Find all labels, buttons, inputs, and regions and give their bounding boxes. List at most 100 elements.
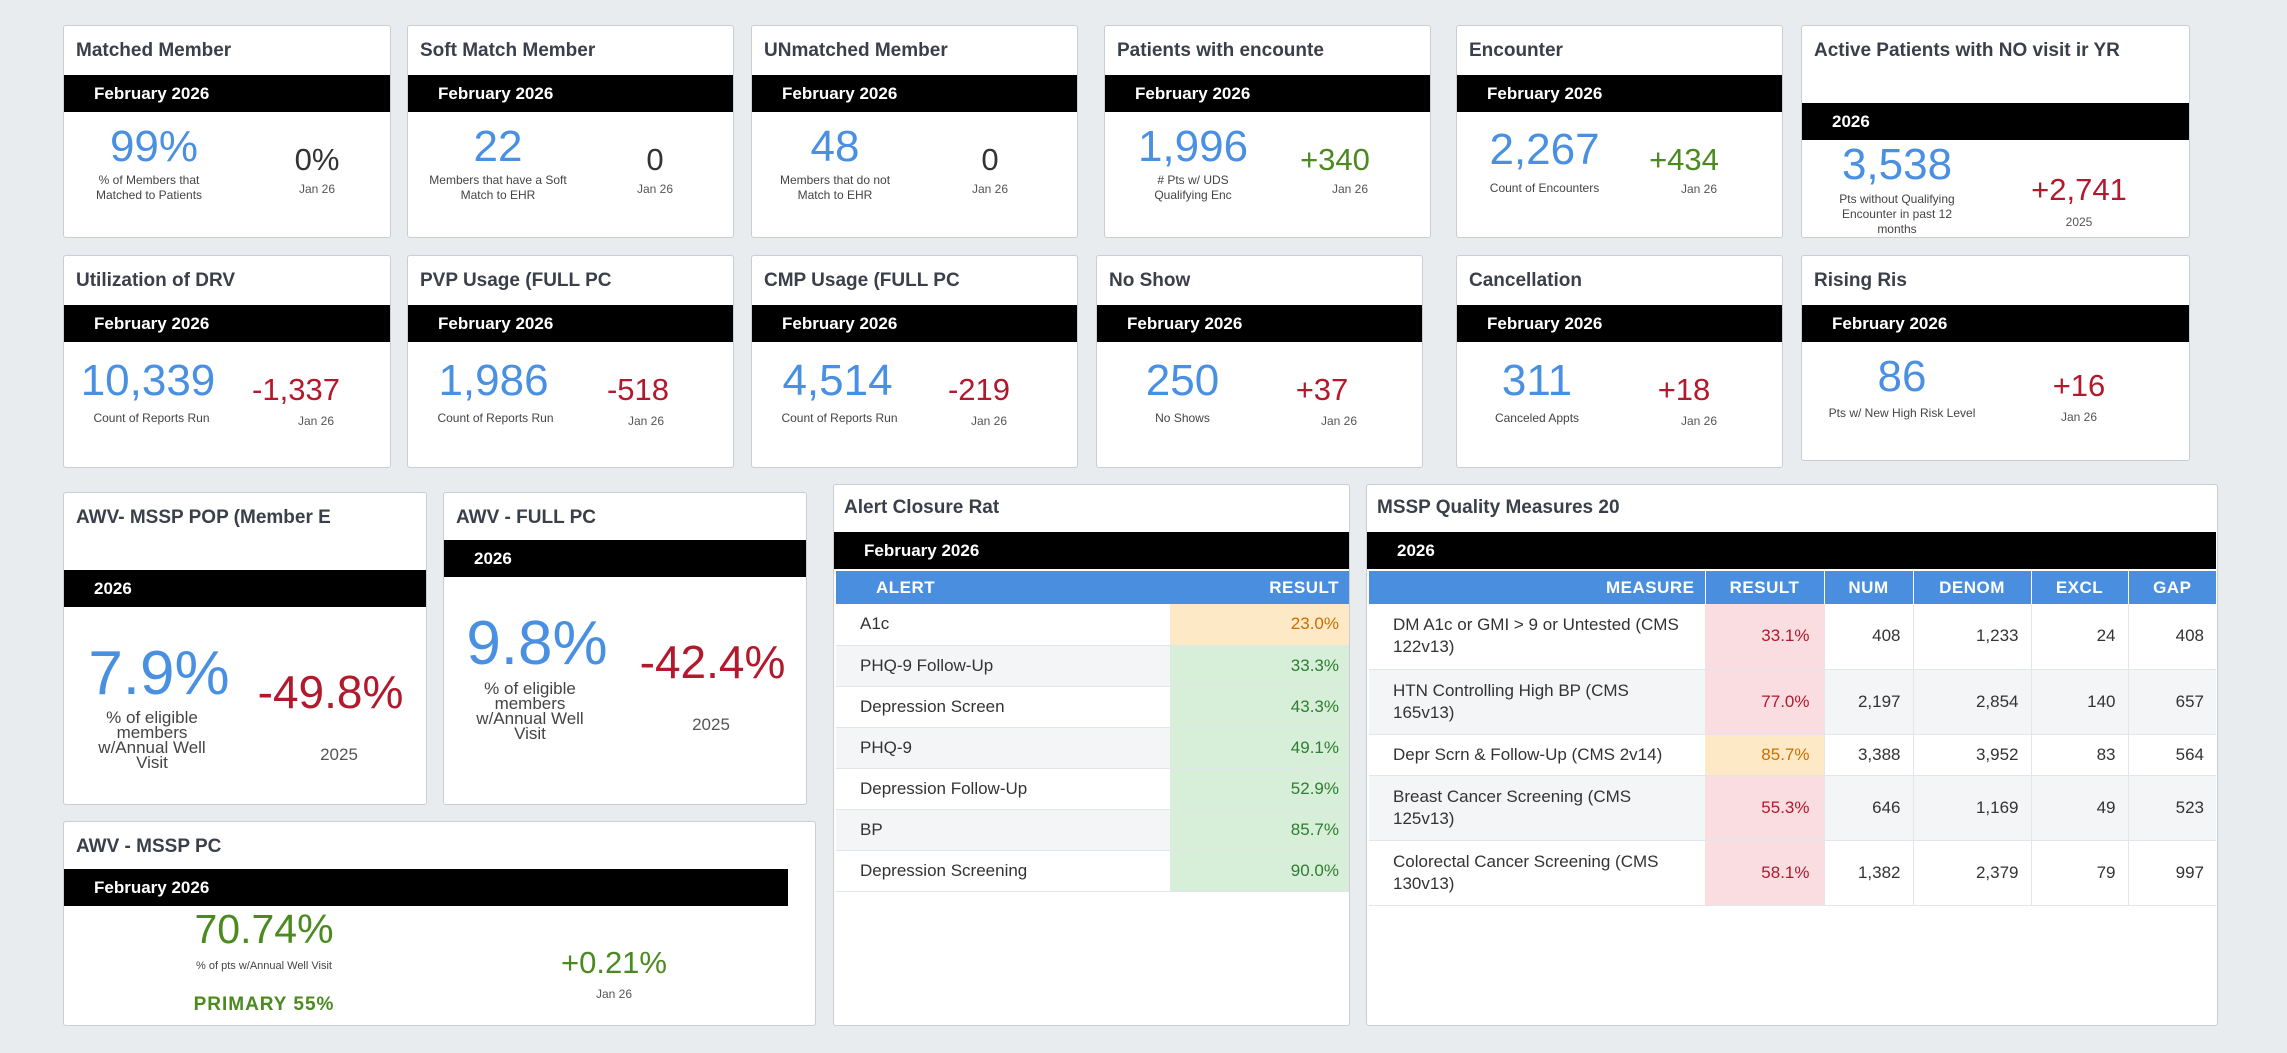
col-header-excl[interactable]: EXCL — [2030, 571, 2128, 604]
measure-denom: 3,952 — [1912, 734, 2031, 776]
alert-closure-card[interactable]: Alert Closure Rat February 2026 ALERT RE… — [833, 484, 1350, 1026]
table-row[interactable]: Colorectal Cancer Screening (CMS 130v13)… — [1369, 840, 2216, 906]
compare-period: Jan 26 — [1680, 182, 1718, 196]
metric-delta: +0.21% — [560, 945, 667, 980]
measure-excl: 24 — [2030, 604, 2128, 670]
metric-delta: +37 — [1295, 372, 1349, 407]
metric-delta: +16 — [2052, 368, 2106, 403]
metric-caption: % of Members that Matched to Patients — [95, 173, 203, 202]
col-header-num[interactable]: NUM — [1823, 571, 1913, 604]
metric-delta: -1,337 — [252, 372, 340, 407]
table-row[interactable]: HTN Controlling High BP (CMS 165v13) 77.… — [1369, 669, 2216, 735]
kpi-card-utilization-drv[interactable]: Utilization of DRV February 2026 10,339 … — [63, 255, 391, 468]
metric-caption: # Pts w/ UDS Qualifying Enc — [1154, 173, 1232, 202]
card-title: Rising Ris — [1814, 270, 1907, 291]
compare-period: Jan 26 — [595, 987, 633, 1001]
kpi-card-cancellation[interactable]: Cancellation February 2026 311 Canceled … — [1456, 255, 1783, 468]
metric-value: 1,986 — [438, 356, 549, 405]
metric-value: 99% — [109, 122, 199, 171]
table-row[interactable]: PHQ-9 49.1% — [836, 727, 1349, 769]
compare-period: Jan 26 — [636, 182, 674, 196]
metric-caption: Canceled Appts — [1494, 411, 1580, 425]
metric-delta: +340 — [1300, 142, 1370, 177]
compare-period: Jan 26 — [1320, 414, 1358, 428]
table-row[interactable]: DM A1c or GMI > 9 or Untested (CMS 122v1… — [1369, 604, 2216, 670]
col-header-alert[interactable]: ALERT — [836, 571, 1171, 604]
alert-result: 33.3% — [1170, 645, 1349, 687]
alert-result: 52.9% — [1170, 768, 1349, 810]
alert-name: Depression Screening — [836, 850, 1171, 892]
measure-excl: 83 — [2030, 734, 2128, 776]
period-band: 2026 — [64, 570, 426, 607]
table-row[interactable]: Depression Follow-Up 52.9% — [836, 768, 1349, 810]
card-title: Alert Closure Rat — [844, 497, 1000, 518]
kpi-card-unmatched-member[interactable]: UNmatched Member February 2026 48 Member… — [751, 25, 1078, 238]
measure-name: Colorectal Cancer Screening (CMS 130v13) — [1369, 840, 1705, 906]
card-title: AWV - FULL PC — [456, 507, 597, 528]
kpi-card-soft-match[interactable]: Soft Match Member February 2026 22 Membe… — [407, 25, 734, 238]
kpi-card-cmp-usage[interactable]: CMP Usage (FULL PC February 2026 4,514 C… — [751, 255, 1078, 468]
table-row[interactable]: A1c 23.0% — [836, 604, 1349, 646]
card-title: AWV - MSSP PC — [76, 836, 222, 857]
alert-name: Depression Screen — [836, 686, 1171, 728]
col-header-result[interactable]: RESULT — [1170, 571, 1349, 604]
alert-result: 43.3% — [1170, 686, 1349, 728]
compare-period: 2025 — [2065, 215, 2093, 229]
metric-caption: Count of Reports Run — [437, 411, 554, 425]
measure-result: 58.1% — [1705, 840, 1824, 906]
metric-value: 2,267 — [1489, 125, 1600, 174]
card-title: UNmatched Member — [764, 40, 948, 61]
kpi-card-pvp-usage[interactable]: PVP Usage (FULL PC February 2026 1,986 C… — [407, 255, 734, 468]
table-row[interactable]: PHQ-9 Follow-Up 33.3% — [836, 645, 1349, 687]
measure-num: 646 — [1823, 775, 1913, 841]
metric-value: 3,538 — [1841, 140, 1953, 189]
col-header-denom[interactable]: DENOM — [1912, 571, 2031, 604]
table-row[interactable]: Depression Screen 43.3% — [836, 686, 1349, 728]
measure-gap: 523 — [2127, 775, 2216, 841]
measure-num: 3,388 — [1823, 734, 1913, 776]
metric-value: 48 — [810, 122, 860, 171]
kpi-card-patients-encounter[interactable]: Patients with encounte February 2026 1,9… — [1104, 25, 1431, 238]
kpi-card-active-no-visit[interactable]: Active Patients with NO visit ir YR 2026… — [1801, 25, 2190, 238]
period-band: 2026 — [444, 540, 806, 577]
table-row[interactable]: Depression Screening 90.0% — [836, 850, 1349, 892]
metric-value: 4,514 — [782, 356, 893, 405]
kpi-card-encounter[interactable]: Encounter February 2026 2,267 Count of E… — [1456, 25, 1783, 238]
metric-value: 86 — [1877, 352, 1927, 401]
alert-name: PHQ-9 Follow-Up — [836, 645, 1171, 687]
card-title: PVP Usage (FULL PC — [420, 270, 612, 291]
metric-delta: -219 — [947, 372, 1011, 407]
quality-measures-card[interactable]: MSSP Quality Measures 20 2026 MEASURE RE… — [1366, 484, 2218, 1026]
kpi-card-rising-risk[interactable]: Rising Ris February 2026 86 Pts w/ New H… — [1801, 255, 2190, 461]
metric-delta: 0 — [981, 142, 999, 177]
period-band: 2026 — [1802, 103, 2189, 140]
metric-delta: -42.4% — [639, 636, 786, 688]
kpi-card-matched-member[interactable]: Matched Member February 2026 99% % of Me… — [63, 25, 391, 238]
period-band: February 2026 — [64, 305, 390, 342]
kpi-card-no-show[interactable]: No Show February 2026 250 No Shows +37 J… — [1096, 255, 1423, 468]
measure-excl: 49 — [2030, 775, 2128, 841]
awv-full-pc-card[interactable]: AWV - FULL PC 2026 9.8% % of eligible me… — [443, 492, 807, 805]
measure-gap: 657 — [2127, 669, 2216, 735]
metric-caption: No Shows — [1155, 411, 1210, 425]
col-header-measure[interactable]: MEASURE — [1369, 571, 1705, 604]
measure-num: 2,197 — [1823, 669, 1913, 735]
alert-name: Depression Follow-Up — [836, 768, 1171, 810]
alert-closure-table: ALERT RESULT A1c 23.0% PHQ-9 Follow-Up 3… — [836, 571, 1349, 892]
measure-denom: 1,169 — [1912, 775, 2031, 841]
compare-period: Jan 26 — [1331, 182, 1369, 196]
table-row[interactable]: Breast Cancer Screening (CMS 125v13) 55.… — [1369, 775, 2216, 841]
metric-delta: +18 — [1657, 372, 1711, 407]
table-row[interactable]: BP 85.7% — [836, 809, 1349, 851]
awv-mssp-pop-card[interactable]: AWV- MSSP POP (Member E 2026 7.9% % of e… — [63, 492, 427, 805]
col-header-result[interactable]: RESULT — [1704, 571, 1824, 604]
period-band: February 2026 — [1457, 75, 1782, 112]
card-title: Utilization of DRV — [76, 270, 236, 291]
table-row[interactable]: Depr Scrn & Follow-Up (CMS 2v14) 85.7% 3… — [1369, 734, 2216, 776]
col-header-gap[interactable]: GAP — [2127, 571, 2216, 604]
period-band: February 2026 — [834, 532, 1349, 569]
awv-mssp-pc-card[interactable]: AWV - MSSP PC February 2026 70.74% % of … — [63, 821, 816, 1026]
compare-period: 2025 — [692, 715, 730, 734]
measure-gap: 997 — [2127, 840, 2216, 906]
measure-gap: 408 — [2127, 604, 2216, 670]
